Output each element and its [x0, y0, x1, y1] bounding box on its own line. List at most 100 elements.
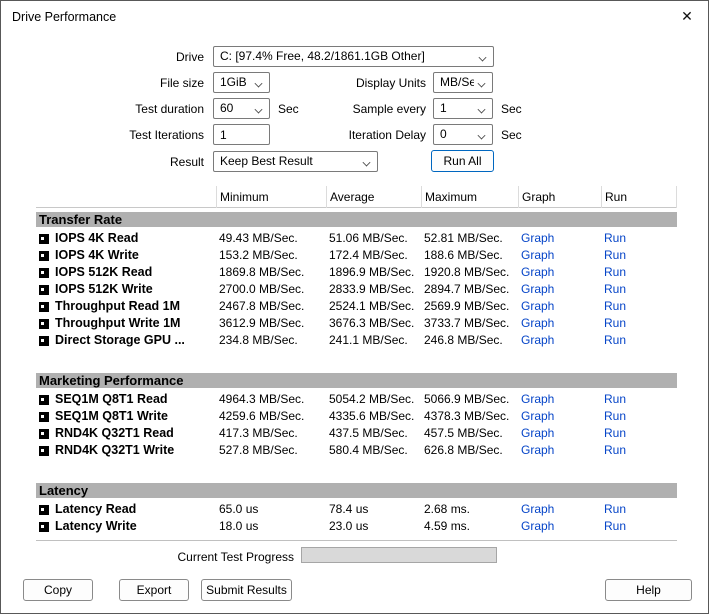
- header-maximum: Maximum: [421, 186, 518, 208]
- table-row: IOPS 4K Read 49.43 MB/Sec. 51.06 MB/Sec.…: [36, 230, 677, 247]
- run-all-button[interactable]: Run All: [431, 150, 494, 172]
- graph-link[interactable]: Graph: [521, 443, 554, 457]
- table-row: RND4K Q32T1 Read 417.3 MB/Sec. 437.5 MB/…: [36, 425, 677, 442]
- avg-value: 437.5 MB/Sec.: [326, 425, 421, 442]
- test-name: SEQ1M Q8T1 Write: [55, 408, 168, 425]
- avg-value: 78.4 us: [326, 501, 421, 518]
- max-value: 626.8 MB/Sec.: [421, 442, 518, 459]
- run-link[interactable]: Run: [604, 426, 626, 440]
- file-size-select[interactable]: 1GiB: [213, 72, 270, 93]
- test-name: Latency Read: [55, 501, 136, 518]
- drive-select[interactable]: C: [97.4% Free, 48.2/1861.1GB Other]: [213, 46, 494, 67]
- avg-value: 23.0 us: [326, 518, 421, 535]
- run-link[interactable]: Run: [604, 316, 626, 330]
- progress-label: Current Test Progress: [74, 549, 294, 565]
- section-title: Marketing Performance: [39, 373, 184, 388]
- test-name-cell: SEQ1M Q8T1 Read: [36, 391, 216, 408]
- test-name: Throughput Write 1M: [55, 315, 180, 332]
- table-header-row: Minimum Average Maximum Graph Run: [36, 186, 677, 208]
- test-name: RND4K Q32T1 Read: [55, 425, 174, 442]
- run-link[interactable]: Run: [604, 502, 626, 516]
- table-row: Throughput Write 1M 3612.9 MB/Sec. 3676.…: [36, 315, 677, 332]
- help-button[interactable]: Help: [605, 579, 692, 601]
- max-value: 4.59 ms.: [421, 518, 518, 535]
- test-duration-unit: Sec: [278, 101, 299, 117]
- max-value: 188.6 MB/Sec.: [421, 247, 518, 264]
- graph-link[interactable]: Graph: [521, 519, 554, 533]
- display-units-select-value: MB/Sec.: [440, 73, 474, 92]
- test-item-icon: [39, 429, 49, 439]
- test-name: SEQ1M Q8T1 Read: [55, 391, 168, 408]
- run-link[interactable]: Run: [604, 248, 626, 262]
- iteration-delay-select[interactable]: 0: [433, 124, 493, 145]
- test-name: IOPS 4K Read: [55, 230, 138, 247]
- run-link[interactable]: Run: [604, 443, 626, 457]
- test-name: RND4K Q32T1 Write: [55, 442, 174, 459]
- header-name-column: [36, 186, 216, 208]
- test-name-cell: IOPS 4K Write: [36, 247, 216, 264]
- avg-value: 5054.2 MB/Sec.: [326, 391, 421, 408]
- max-value: 2569.9 MB/Sec.: [421, 298, 518, 315]
- run-link[interactable]: Run: [604, 299, 626, 313]
- graph-link[interactable]: Graph: [521, 299, 554, 313]
- test-item-icon: [39, 234, 49, 244]
- section-title: Latency: [39, 483, 88, 498]
- section-header-bar: Marketing Performance: [36, 373, 677, 388]
- graph-link[interactable]: Graph: [521, 316, 554, 330]
- display-units-label: Display Units: [306, 75, 426, 91]
- graph-link[interactable]: Graph: [521, 248, 554, 262]
- run-link[interactable]: Run: [604, 409, 626, 423]
- sample-every-select[interactable]: 1: [433, 98, 493, 119]
- avg-value: 2524.1 MB/Sec.: [326, 298, 421, 315]
- min-value: 65.0 us: [216, 501, 326, 518]
- graph-link[interactable]: Graph: [521, 265, 554, 279]
- test-duration-label: Test duration: [44, 101, 204, 117]
- max-value: 4378.3 MB/Sec.: [421, 408, 518, 425]
- graph-link[interactable]: Graph: [521, 409, 554, 423]
- test-name: IOPS 4K Write: [55, 247, 139, 264]
- result-select[interactable]: Keep Best Result: [213, 151, 378, 172]
- graph-link[interactable]: Graph: [521, 426, 554, 440]
- test-item-icon: [39, 285, 49, 295]
- run-link[interactable]: Run: [604, 333, 626, 347]
- close-icon[interactable]: ✕: [674, 5, 700, 27]
- avg-value: 172.4 MB/Sec.: [326, 247, 421, 264]
- run-link[interactable]: Run: [604, 265, 626, 279]
- graph-link[interactable]: Graph: [521, 282, 554, 296]
- avg-value: 4335.6 MB/Sec.: [326, 408, 421, 425]
- table-row: Throughput Read 1M 2467.8 MB/Sec. 2524.1…: [36, 298, 677, 315]
- graph-link[interactable]: Graph: [521, 231, 554, 245]
- test-item-icon: [39, 336, 49, 346]
- run-link[interactable]: Run: [604, 282, 626, 296]
- test-name-cell: Latency Read: [36, 501, 216, 518]
- test-iterations-input[interactable]: [213, 124, 270, 145]
- avg-value: 241.1 MB/Sec.: [326, 332, 421, 349]
- run-link[interactable]: Run: [604, 231, 626, 245]
- max-value: 2.68 ms.: [421, 501, 518, 518]
- test-duration-select[interactable]: 60: [213, 98, 270, 119]
- test-name-cell: Direct Storage GPU ...: [36, 332, 216, 349]
- header-average: Average: [326, 186, 421, 208]
- copy-button[interactable]: Copy: [23, 579, 93, 601]
- display-units-select[interactable]: MB/Sec.: [433, 72, 493, 93]
- run-link[interactable]: Run: [604, 519, 626, 533]
- table-row: Latency Write 18.0 us 23.0 us 4.59 ms. G…: [36, 518, 677, 535]
- max-value: 52.81 MB/Sec.: [421, 230, 518, 247]
- test-name-cell: RND4K Q32T1 Read: [36, 425, 216, 442]
- min-value: 527.8 MB/Sec.: [216, 442, 326, 459]
- test-item-icon: [39, 412, 49, 422]
- section-header-bar: Latency: [36, 483, 677, 498]
- test-name: IOPS 512K Write: [55, 281, 153, 298]
- section-rows: IOPS 4K Read 49.43 MB/Sec. 51.06 MB/Sec.…: [36, 230, 677, 349]
- export-button[interactable]: Export: [119, 579, 189, 601]
- min-value: 3612.9 MB/Sec.: [216, 315, 326, 332]
- test-name-cell: RND4K Q32T1 Write: [36, 442, 216, 459]
- section-title: Transfer Rate: [39, 212, 122, 227]
- graph-link[interactable]: Graph: [521, 502, 554, 516]
- run-link[interactable]: Run: [604, 392, 626, 406]
- iteration-delay-label: Iteration Delay: [306, 127, 426, 143]
- test-iterations-label: Test Iterations: [44, 127, 204, 143]
- submit-results-button[interactable]: Submit Results: [201, 579, 292, 601]
- graph-link[interactable]: Graph: [521, 333, 554, 347]
- graph-link[interactable]: Graph: [521, 392, 554, 406]
